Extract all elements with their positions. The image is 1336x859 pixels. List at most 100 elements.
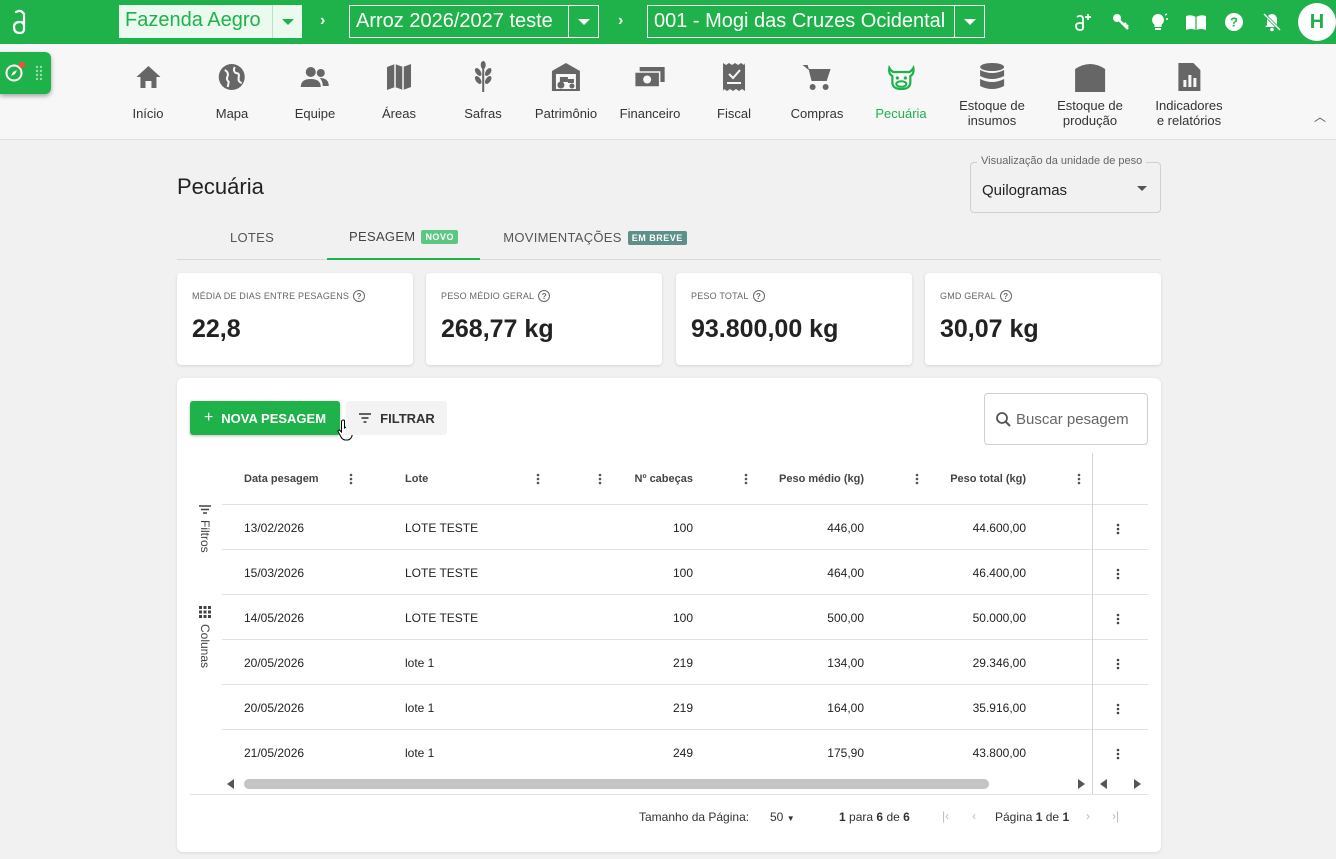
column-header-heads[interactable]: Nº cabeças bbox=[622, 453, 693, 505]
chevron-down-icon[interactable] bbox=[954, 6, 984, 37]
globe-icon bbox=[219, 64, 245, 90]
nav-item-mapa[interactable]: Mapa bbox=[215, 60, 249, 121]
table-row[interactable]: 13/02/2026 LOTE TESTE 100 446,00 44.600,… bbox=[222, 505, 1148, 550]
scroll-left-icon[interactable] bbox=[1100, 779, 1108, 789]
stat-label: PESO MÉDIO GERAL bbox=[441, 291, 535, 301]
tab-pesagem[interactable]: PESAGEM NOVO bbox=[327, 215, 480, 260]
add-user-icon[interactable] bbox=[1072, 11, 1094, 33]
scroll-left-icon[interactable] bbox=[227, 779, 235, 789]
drag-handle-icon[interactable] bbox=[35, 65, 43, 81]
area-selector[interactable]: 001 - Mogi das Cruzes Ocidental bbox=[647, 5, 985, 38]
row-actions-icon[interactable] bbox=[1112, 640, 1124, 688]
column-menu-icon[interactable] bbox=[740, 453, 752, 505]
key-icon[interactable] bbox=[1110, 11, 1132, 33]
lightbulb-icon[interactable] bbox=[1147, 11, 1169, 33]
previous-page-icon[interactable]: ‹ bbox=[972, 809, 976, 823]
tab-lotes[interactable]: LOTES bbox=[177, 215, 327, 260]
notifications-off-icon[interactable] bbox=[1261, 11, 1283, 33]
horizontal-scrollbar[interactable] bbox=[222, 776, 1141, 794]
column-menu-icon[interactable] bbox=[594, 453, 606, 505]
chevron-down-icon[interactable] bbox=[272, 5, 302, 38]
book-icon[interactable] bbox=[1185, 11, 1207, 33]
next-page-icon[interactable]: › bbox=[1086, 809, 1090, 823]
floating-guide-button[interactable] bbox=[0, 52, 51, 94]
cell-date: 21/05/2026 bbox=[244, 745, 305, 760]
column-header-lot[interactable]: Lote bbox=[405, 453, 428, 505]
nav-item-patrimonio[interactable]: Patrimônio bbox=[535, 60, 597, 121]
nav-label: Mapa bbox=[215, 106, 249, 121]
nav-item-safras[interactable]: Safras bbox=[464, 60, 502, 121]
weight-unit-select[interactable]: Visualização da unidade de peso Quilogra… bbox=[970, 155, 1161, 213]
cell-date: 13/02/2026 bbox=[244, 520, 305, 535]
aegro-logo-icon[interactable] bbox=[10, 8, 32, 36]
area-name: 001 - Mogi das Cruzes Ocidental bbox=[654, 10, 946, 32]
table-row[interactable]: 21/05/2026 lote 1 249 175,90 43.800,00 bbox=[222, 730, 1148, 775]
row-actions-icon[interactable] bbox=[1112, 685, 1124, 733]
nav-item-equipe[interactable]: Equipe bbox=[295, 60, 335, 121]
season-selector[interactable]: Arroz 2026/2027 teste bbox=[349, 5, 599, 38]
nav-label: Compras bbox=[790, 106, 844, 121]
scroll-right-icon[interactable] bbox=[1133, 779, 1141, 789]
search-icon bbox=[996, 411, 1011, 427]
table-row[interactable]: 20/05/2026 lote 1 219 134,00 29.346,00 bbox=[222, 640, 1148, 685]
nav-item-financeiro[interactable]: Financeiro bbox=[620, 60, 680, 121]
team-icon bbox=[300, 67, 329, 87]
nav-label: Indicadores e relatórios bbox=[1155, 98, 1222, 128]
nav-label: Áreas bbox=[382, 106, 416, 121]
last-page-icon[interactable]: ›| bbox=[1112, 809, 1119, 823]
nav-item-areas[interactable]: Áreas bbox=[382, 60, 416, 121]
scroll-right-icon[interactable] bbox=[1077, 779, 1085, 789]
farm-selector[interactable]: Fazenda Aegro bbox=[119, 5, 302, 38]
column-header-total-weight[interactable]: Peso total (kg) bbox=[922, 453, 1026, 505]
new-weighing-button[interactable]: + NOVA PESAGEM bbox=[190, 401, 340, 435]
row-actions-icon[interactable] bbox=[1112, 505, 1124, 553]
nav-item-estoque-insumos[interactable]: Estoque de insumos bbox=[959, 60, 1025, 128]
help-circle-icon[interactable]: ? bbox=[353, 290, 366, 302]
column-menu-icon[interactable] bbox=[1073, 453, 1085, 505]
row-actions-icon[interactable] bbox=[1112, 730, 1124, 778]
table-row[interactable]: 15/03/2026 LOTE TESTE 100 464,00 46.400,… bbox=[222, 550, 1148, 595]
filter-button[interactable]: FILTRAR bbox=[346, 401, 447, 435]
tab-movimentacoes[interactable]: MOVIMENTAÇÕES EM BREVE bbox=[480, 215, 710, 260]
row-actions-icon[interactable] bbox=[1112, 595, 1124, 643]
help-icon[interactable]: ? bbox=[1223, 11, 1245, 33]
first-page-icon[interactable]: |‹ bbox=[942, 809, 949, 823]
table-row[interactable]: 14/05/2026 LOTE TESTE 100 500,00 50.000,… bbox=[222, 595, 1148, 640]
chevron-right-icon: › bbox=[618, 12, 624, 29]
nav-label: Fiscal bbox=[717, 106, 751, 121]
filters-side-button[interactable]: Filtros bbox=[190, 505, 220, 553]
weight-unit-label: Visualização da unidade de peso bbox=[977, 155, 1147, 167]
search-box[interactable] bbox=[984, 393, 1148, 445]
help-circle-icon[interactable]: ? bbox=[752, 290, 765, 302]
user-avatar[interactable]: H bbox=[1298, 3, 1336, 41]
table-row[interactable]: 20/05/2026 lote 1 219 164,00 35.916,00 bbox=[222, 685, 1148, 730]
search-input[interactable] bbox=[1016, 410, 1146, 428]
stat-card-gmd: GMD GERAL? 30,07 kg bbox=[925, 273, 1161, 365]
help-circle-icon[interactable]: ? bbox=[538, 290, 551, 302]
nav-item-compras[interactable]: Compras bbox=[790, 60, 844, 121]
tab-label: MOVIMENTAÇÕES bbox=[503, 230, 622, 245]
stat-card-avg-days: MÉDIA DE DIAS ENTRE PESAGENS? 22,8 bbox=[177, 273, 413, 365]
nav-item-inicio[interactable]: Início bbox=[132, 60, 164, 121]
nav-item-fiscal[interactable]: Fiscal bbox=[717, 60, 751, 121]
page-size-select[interactable]: 50 ▼ bbox=[770, 810, 795, 824]
help-circle-icon[interactable]: ? bbox=[999, 290, 1012, 302]
nav-item-pecuaria[interactable]: Pecuária bbox=[875, 60, 927, 121]
of-word: de bbox=[886, 810, 900, 824]
cell-total-weight: 43.800,00 bbox=[972, 745, 1026, 760]
scrollbar-thumb[interactable] bbox=[244, 779, 989, 789]
chevron-down-icon[interactable] bbox=[568, 6, 598, 37]
column-header-avg-weight[interactable]: Peso médio (kg) bbox=[762, 453, 864, 505]
module-nav: Início Mapa Equipe Áreas Safras Patrimôn… bbox=[0, 44, 1336, 140]
cell-lot: LOTE TESTE bbox=[405, 610, 479, 625]
column-header-date[interactable]: Data pesagem bbox=[244, 453, 319, 505]
nav-item-estoque-producao[interactable]: Estoque de produção bbox=[1057, 60, 1123, 128]
columns-side-button[interactable]: Colunas bbox=[190, 606, 220, 668]
tab-bar: LOTES PESAGEM NOVO MOVIMENTAÇÕES EM BREV… bbox=[177, 215, 1161, 260]
cell-total-weight: 46.400,00 bbox=[972, 565, 1026, 580]
row-actions-icon[interactable] bbox=[1112, 550, 1124, 598]
nav-item-indicadores[interactable]: Indicadores e relatórios bbox=[1155, 60, 1223, 128]
column-menu-icon[interactable] bbox=[532, 453, 544, 505]
collapse-nav-icon[interactable]: ︿ bbox=[1314, 108, 1326, 125]
column-menu-icon[interactable] bbox=[345, 453, 357, 505]
